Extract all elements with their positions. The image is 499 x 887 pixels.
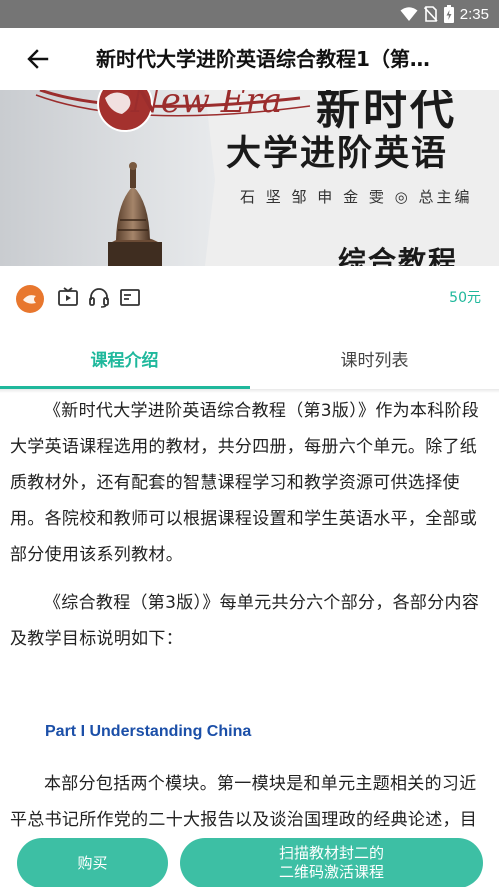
publisher-logo-icon <box>17 286 43 312</box>
buy-button-label: 购买 <box>77 853 108 872</box>
status-time: 2:35 <box>459 5 489 23</box>
buy-button[interactable]: 购买 <box>17 838 168 887</box>
course-cover-image: New Era 新时代 大学进阶英语 石 坚 邹 申 金 雯 ◎ 总主编 综合教… <box>0 90 499 266</box>
cover-title-line1: 新时代 <box>316 90 457 135</box>
tab-bar: 课程介绍 课时列表 <box>0 328 499 390</box>
no-sim-icon <box>423 6 438 22</box>
cover-title-line3: 综合教程 <box>338 245 459 266</box>
scan-button-label-line2: 二维码激活课程 <box>278 863 384 881</box>
svg-text:New Era: New Era <box>130 90 282 121</box>
publisher-logo <box>16 285 44 313</box>
video-icon <box>58 287 78 306</box>
cover-editors: 石 坚 邹 申 金 雯 ◎ 总主编 <box>240 188 473 206</box>
tab-course-intro[interactable]: 课程介绍 <box>0 328 249 388</box>
section-title: Part I Understanding China <box>45 723 252 740</box>
description-paragraph: 《综合教程（第3版）》每单元共分六个部分，各部分内容及教学目标说明如下： <box>10 593 480 649</box>
scan-activate-button[interactable]: 扫描教材封二的 二维码激活课程 <box>180 838 483 887</box>
status-icons: 2:35 <box>400 4 489 24</box>
status-bar: 2:35 <box>0 0 499 28</box>
headphones-icon <box>89 288 109 308</box>
tab-lesson-list[interactable]: 课时列表 <box>250 328 499 388</box>
scan-button-label-line1: 扫描教材封二的 <box>278 844 384 862</box>
battery-icon <box>443 5 454 23</box>
description-paragraph: 本部分包括两个模块。第一模块是和单元主题相关的习近平总书记所作党的二十大报告以及… <box>10 774 478 830</box>
arrow-left-icon <box>27 49 49 69</box>
page-title: 新时代大学进阶英语综合教程1（第… <box>96 47 430 71</box>
wifi-icon <box>400 7 418 21</box>
cover-title-line2: 大学进阶英语 <box>226 133 449 174</box>
document-icon <box>120 289 140 306</box>
scan-button-label: 扫描教材封二的 二维码激活课程 <box>279 844 384 882</box>
back-button[interactable] <box>22 45 54 73</box>
app-bar: 新时代大学进阶英语综合教程1（第… <box>0 28 499 90</box>
description-paragraph: 《新时代大学进阶英语综合教程（第3版）》作为本科阶段大学英语课程选用的教材，共分… <box>10 401 480 565</box>
course-price: 50元 <box>449 290 481 306</box>
